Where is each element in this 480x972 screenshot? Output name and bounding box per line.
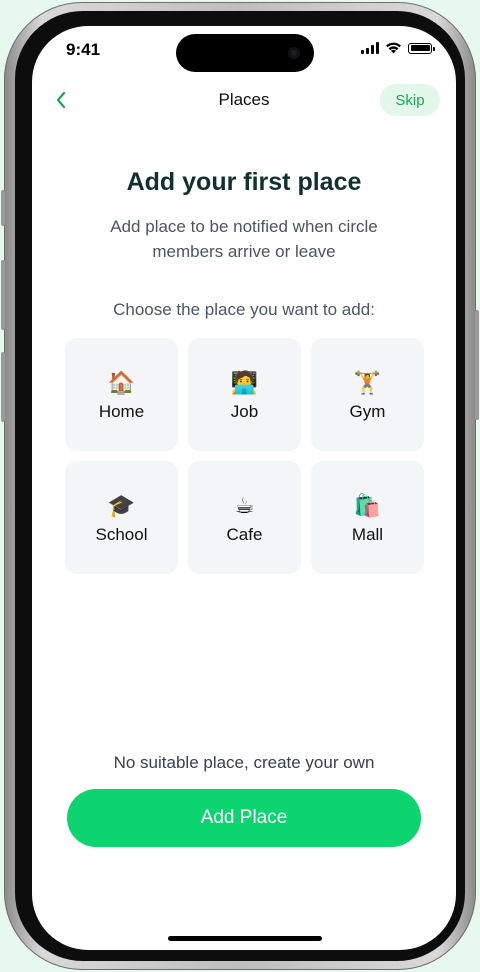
cellular-signal-icon	[361, 42, 379, 54]
subtitle: Add place to be notified when circle mem…	[110, 217, 378, 261]
screen: 9:41 Places Skip Add your first place Ad…	[32, 26, 456, 950]
status-time: 9:41	[66, 40, 101, 59]
shopping-bags-icon: 🛍️	[353, 492, 382, 518]
skip-button[interactable]: Skip	[380, 84, 440, 116]
person-at-laptop-icon: 🧑‍💻	[230, 369, 259, 395]
place-label: Gym	[349, 401, 386, 421]
place-card-home[interactable]: 🏠 Home	[65, 338, 178, 451]
home-indicator[interactable]	[168, 936, 322, 941]
add-place-button[interactable]: Add Place	[67, 789, 421, 847]
place-card-gym[interactable]: 🏋️ Gym	[311, 338, 424, 451]
choose-prompt: Choose the place you want to add:	[113, 300, 375, 319]
place-card-school[interactable]: 🎓 School	[65, 461, 178, 574]
dynamic-island	[176, 34, 314, 72]
wifi-icon	[386, 42, 401, 54]
place-label: Mall	[351, 524, 384, 544]
graduation-cap-icon: 🎓	[107, 492, 136, 518]
place-grid: 🏠 Home 🧑‍💻 Job 🏋️ Gym 🎓 School ☕ Cafe 🛍️	[65, 338, 426, 574]
create-own-hint: No suitable place, create your own	[113, 753, 375, 772]
silent-switch	[1, 190, 5, 226]
status-icons	[361, 42, 435, 54]
place-label: Home	[98, 401, 145, 421]
place-card-cafe[interactable]: ☕ Cafe	[188, 461, 301, 574]
main-heading: Add your first place	[126, 168, 362, 196]
camera-icon	[288, 47, 300, 59]
house-icon: 🏠	[107, 369, 136, 395]
place-label: School	[95, 524, 148, 544]
volume-up-button	[1, 260, 5, 330]
phone-frame: 9:41 Places Skip Add your first place Ad…	[1, 2, 479, 970]
battery-icon	[408, 42, 435, 54]
place-label: Job	[230, 401, 259, 421]
place-label: Cafe	[226, 524, 263, 544]
place-card-mall[interactable]: 🛍️ Mall	[311, 461, 424, 574]
place-card-job[interactable]: 🧑‍💻 Job	[188, 338, 301, 451]
coffee-icon: ☕	[234, 492, 255, 518]
power-button	[475, 310, 479, 420]
volume-down-button	[1, 352, 5, 422]
weightlifter-icon: 🏋️	[353, 369, 382, 395]
